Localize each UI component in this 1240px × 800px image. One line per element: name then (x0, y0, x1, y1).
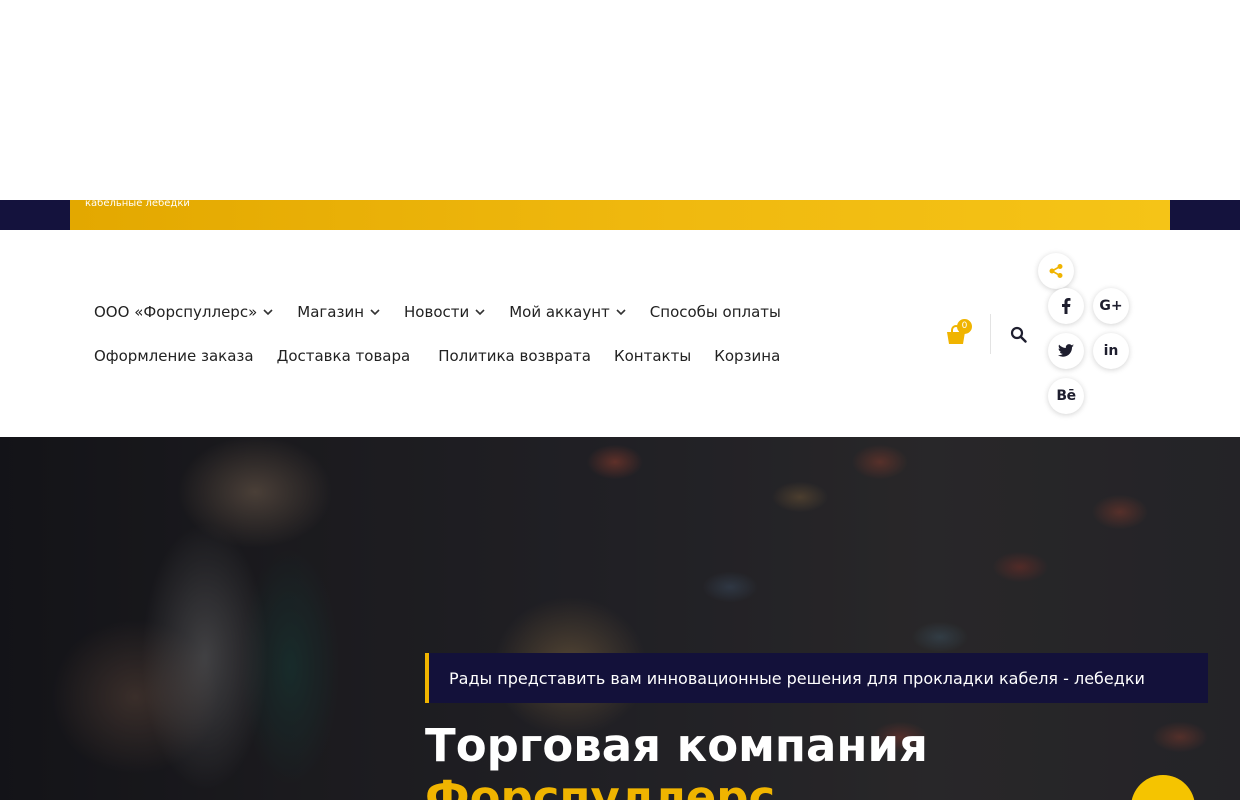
nav-item-label: Магазин (297, 303, 365, 321)
nav-item-news[interactable]: Новости (404, 303, 486, 321)
nav-item-label: ООО «Форспуллерс» (94, 303, 258, 321)
nav-item-shop[interactable]: Магазин (297, 303, 381, 321)
nav-item-contacts[interactable]: Контакты (614, 347, 691, 365)
behance-button[interactable]: Bē (1048, 378, 1084, 414)
nav-item-label: Способы оплаты (649, 303, 781, 321)
header-divider (990, 314, 991, 354)
cart-count-badge: 0 (957, 319, 972, 334)
google-plus-button[interactable]: G+ (1093, 288, 1129, 324)
hero-badge: Рады представить вам инновационные решен… (425, 653, 1208, 703)
hero-title: Торговая компания (425, 719, 928, 772)
nav-item-cart[interactable]: Корзина (714, 347, 780, 365)
site-header: ООО «Форспуллерс» Магазин Новости Мой ак… (0, 230, 1240, 437)
hero-title-highlight: Форспуллерс (425, 771, 776, 800)
twitter-button[interactable] (1048, 333, 1084, 369)
nav-item-company[interactable]: ООО «Форспуллерс» (94, 303, 274, 321)
nav-item-delivery[interactable]: Доставка товара (277, 347, 411, 365)
behance-icon: Bē (1056, 388, 1076, 404)
nav-item-label: Политика возврата (438, 347, 591, 365)
chevron-down-icon (475, 309, 485, 316)
chevron-down-icon (370, 309, 380, 316)
nav-item-label: Контакты (613, 347, 692, 365)
nav-item-payment[interactable]: Способы оплаты (650, 303, 781, 321)
hero-banner: Рады представить вам инновационные решен… (0, 437, 1240, 800)
linkedin-icon: in (1103, 343, 1119, 359)
facebook-icon (1062, 298, 1071, 314)
share-button[interactable] (1038, 253, 1074, 289)
search-icon[interactable] (1010, 326, 1027, 343)
twitter-icon (1058, 344, 1074, 357)
nav-item-returns[interactable]: Политика возврата (438, 347, 591, 365)
google-plus-icon: G+ (1099, 298, 1123, 314)
nav-item-label: Новости (404, 303, 470, 321)
nav-item-label: Доставка товара (276, 347, 411, 365)
linkedin-button[interactable]: in (1093, 333, 1129, 369)
chevron-down-icon (616, 309, 626, 316)
nav-item-account[interactable]: Мой аккаунт (509, 303, 627, 321)
main-nav-row-2: Оформление заказа Доставка товара Полити… (94, 344, 803, 368)
top-strip: кабельные лебедки (0, 198, 1240, 230)
top-blank-area (0, 0, 1240, 200)
top-strip-tagline: кабельные лебедки (85, 198, 190, 209)
top-strip-bar: кабельные лебедки (70, 198, 1170, 230)
nav-item-label: Мой аккаунт (509, 303, 610, 321)
main-nav-row-1: ООО «Форспуллерс» Магазин Новости Мой ак… (94, 300, 804, 324)
share-icon (1049, 264, 1063, 278)
chevron-down-icon (263, 309, 273, 316)
nav-item-checkout[interactable]: Оформление заказа (94, 347, 254, 365)
nav-item-label: Корзина (714, 347, 781, 365)
facebook-button[interactable] (1048, 288, 1084, 324)
nav-item-label: Оформление заказа (94, 347, 254, 365)
hero-badge-text: Рады представить вам инновационные решен… (449, 668, 1145, 688)
